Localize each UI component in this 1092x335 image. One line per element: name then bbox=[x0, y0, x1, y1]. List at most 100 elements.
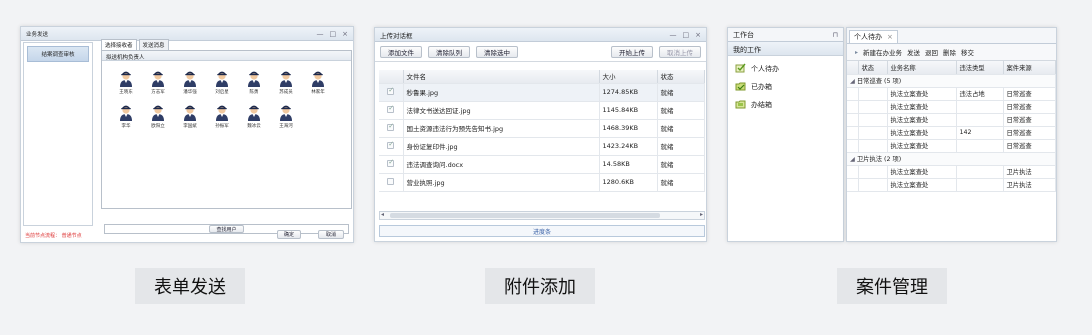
row-checkbox-cell bbox=[379, 173, 404, 192]
person-item[interactable]: 王海河 bbox=[270, 103, 302, 129]
add-file-button[interactable]: 添加文件 bbox=[380, 45, 422, 58]
close-icon[interactable]: × bbox=[695, 31, 701, 39]
user-avatar-icon bbox=[184, 105, 196, 121]
scroll-left-icon[interactable]: ◂ bbox=[381, 211, 384, 218]
table-row[interactable]: 执法立案查处 142 日常巡查 bbox=[847, 126, 1056, 140]
violation-type: 违法占地 bbox=[956, 87, 1004, 101]
person-item[interactable]: 李国斌 bbox=[174, 103, 206, 129]
column-header-size[interactable]: 大小 bbox=[599, 70, 658, 84]
cancel-upload-button[interactable]: 取消上传 bbox=[659, 45, 701, 58]
ok-button[interactable]: 确定 bbox=[277, 230, 301, 239]
file-status: 就绪 bbox=[657, 155, 705, 174]
tab-select-recipient[interactable]: 选择接收者 bbox=[101, 39, 137, 50]
person-item[interactable]: 刘启星 bbox=[206, 69, 238, 95]
close-tab-icon[interactable]: × bbox=[887, 33, 893, 41]
file-name: 法律文书送达回证.jpg bbox=[403, 101, 600, 120]
status-cell bbox=[858, 139, 888, 153]
row-checkbox-cell bbox=[379, 101, 404, 120]
workbench-item[interactable]: 个人待办 bbox=[728, 60, 843, 78]
column-header-business-name[interactable]: 业务名称 bbox=[887, 61, 957, 75]
person-item[interactable]: 潘华强 bbox=[174, 69, 206, 95]
caption-case-management: 案件管理 bbox=[837, 268, 947, 304]
minimize-icon[interactable]: — bbox=[317, 30, 324, 38]
column-header-filename[interactable]: 文件名 bbox=[403, 70, 600, 84]
person-name: 李华 bbox=[121, 124, 131, 129]
table-row[interactable]: 秒鲁果.jpg1274.85KB就绪 bbox=[379, 83, 705, 102]
workbench-item[interactable]: 办结箱 bbox=[728, 96, 843, 114]
table-row[interactable]: 执法立案查处 日常巡查 bbox=[847, 100, 1056, 114]
maximize-icon[interactable]: □ bbox=[683, 31, 690, 39]
row-checkbox[interactable] bbox=[387, 104, 395, 113]
person-name: 孙振军 bbox=[215, 124, 229, 129]
row-checkbox[interactable] bbox=[387, 140, 395, 149]
column-header-case-source[interactable]: 案件来源 bbox=[1003, 61, 1056, 75]
table-row[interactable]: 国土资源违法行为预先告知书.jpg1468.39KB就绪 bbox=[379, 119, 705, 138]
person-item[interactable]: 魏冰云 bbox=[238, 103, 270, 129]
new-business-button[interactable]: 新建在办业务 bbox=[863, 47, 902, 57]
business-name: 执法立案查处 bbox=[887, 113, 957, 127]
row-checkbox[interactable] bbox=[387, 177, 395, 185]
table-row[interactable]: 身份证复印件.jpg1423.24KB就绪 bbox=[379, 137, 705, 156]
table-row[interactable]: 违法调查询问.docx14.58KB就绪 bbox=[379, 155, 705, 174]
table-row[interactable]: 执法立案查处 违法占地 日常巡查 bbox=[847, 87, 1056, 101]
table-row[interactable]: 营业执照.jpg 1280.6KB 就绪 bbox=[379, 173, 705, 192]
column-header-status[interactable]: 状态 bbox=[858, 61, 888, 75]
collapse-icon[interactable]: ◢ bbox=[850, 156, 855, 163]
window-title: 上传对话框 bbox=[380, 31, 413, 40]
person-item[interactable]: 王晓东 bbox=[110, 69, 142, 95]
person-item[interactable]: 孙振军 bbox=[206, 103, 238, 129]
table-row[interactable]: 法律文书送达回证.jpg1145.84KB就绪 bbox=[379, 101, 705, 120]
cancel-button[interactable]: 取消 bbox=[318, 230, 344, 239]
table-row[interactable]: 执法立案查处 卫片执法 bbox=[847, 165, 1056, 179]
todo-table: 状态 业务名称 违法类型 案件来源 ◢ 日常巡查 (5 项) 执法立案查处 违法占地… bbox=[847, 61, 1056, 192]
send-button[interactable]: 发送 bbox=[907, 47, 920, 57]
pin-icon[interactable]: ⊓ bbox=[833, 31, 838, 39]
group-label-cell: ◢ 卫片执法 (2 项) bbox=[847, 152, 1056, 166]
collapse-icon[interactable]: ◢ bbox=[850, 78, 855, 85]
close-icon[interactable]: × bbox=[342, 30, 348, 38]
start-upload-button[interactable]: 开始上传 bbox=[611, 45, 653, 58]
person-item[interactable]: 欧阳立 bbox=[142, 103, 174, 129]
indent-cell bbox=[847, 178, 859, 192]
user-avatar-icon bbox=[248, 71, 260, 87]
find-user-button[interactable]: 查找用户 bbox=[209, 225, 244, 233]
table-row[interactable]: 执法立案查处 日常巡查 bbox=[847, 139, 1056, 153]
tab-personal-todo[interactable]: 个人待办 × bbox=[849, 30, 898, 43]
column-header-violation-type[interactable]: 违法类型 bbox=[956, 61, 1004, 75]
tab-send-message[interactable]: 发送消息 bbox=[138, 39, 169, 50]
upload-titlebar: 上传对话框 — □ × bbox=[375, 28, 706, 42]
person-item[interactable]: 方志军 bbox=[142, 69, 174, 95]
table-row[interactable]: 执法立案查处 日常巡查 bbox=[847, 113, 1056, 127]
maximize-icon[interactable]: □ bbox=[330, 30, 337, 38]
user-avatar-icon bbox=[152, 71, 164, 87]
person-item[interactable]: 陈勇 bbox=[238, 69, 270, 95]
minimize-icon[interactable]: — bbox=[670, 31, 677, 39]
person-item[interactable]: 林家年 bbox=[302, 69, 334, 95]
person-item[interactable]: 李华 bbox=[110, 103, 142, 129]
column-header-status[interactable]: 状态 bbox=[657, 70, 705, 84]
file-status: 就绪 bbox=[657, 119, 705, 138]
scrollbar-thumb[interactable] bbox=[390, 213, 660, 218]
clear-queue-button[interactable]: 清除队列 bbox=[428, 45, 470, 58]
todo-tabbar: 个人待办 × bbox=[847, 28, 1056, 44]
clear-selected-button[interactable]: 清除选中 bbox=[476, 45, 518, 58]
file-size: 1145.84KB bbox=[599, 101, 658, 120]
row-checkbox[interactable] bbox=[387, 158, 395, 167]
return-button[interactable]: 退回 bbox=[925, 47, 938, 57]
workbench-item[interactable]: 已办箱 bbox=[728, 78, 843, 96]
row-checkbox[interactable] bbox=[387, 122, 395, 131]
delete-button[interactable]: 删除 bbox=[943, 47, 956, 57]
person-name: 潘华强 bbox=[183, 90, 197, 95]
user-search-field[interactable]: 查找用户 bbox=[104, 224, 349, 234]
scroll-right-icon[interactable]: ▸ bbox=[700, 211, 703, 218]
table-row[interactable]: 执法立案查处 卫片执法 bbox=[847, 178, 1056, 192]
group-row[interactable]: ◢ 日常巡查 (5 项) bbox=[847, 74, 1056, 88]
row-checkbox[interactable] bbox=[387, 86, 395, 95]
horizontal-scrollbar[interactable]: ◂ ▸ bbox=[379, 211, 705, 220]
workflow-step-selected[interactable]: 结案调查审核 bbox=[27, 46, 89, 62]
group-row[interactable]: ◢ 卫片执法 (2 项) bbox=[847, 152, 1056, 166]
transfer-button[interactable]: 移交 bbox=[961, 47, 974, 57]
person-item[interactable]: 苏成员 bbox=[270, 69, 302, 95]
case-source: 卫片执法 bbox=[1003, 165, 1056, 179]
row-checkbox-cell bbox=[379, 119, 404, 138]
